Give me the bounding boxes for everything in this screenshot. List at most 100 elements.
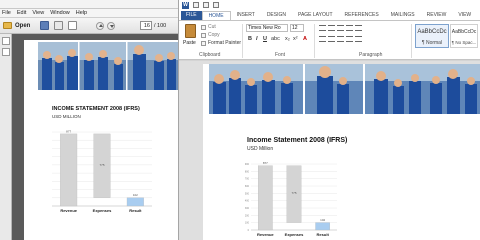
y-tick-label: 500 [245, 192, 250, 195]
pdf-document-area[interactable]: INCOME STATEMENT 2008 (IFRS) USD MILLION… [0, 34, 178, 240]
previous-page-icon[interactable] [96, 21, 105, 30]
font-group-label: Font [275, 52, 286, 58]
tab-references[interactable]: REFERENCES [339, 11, 385, 20]
superscript-icon[interactable]: x² [293, 36, 298, 42]
menu-window[interactable]: Window [50, 10, 70, 16]
page-total: / 100 [154, 22, 167, 29]
attachments-icon[interactable] [2, 48, 10, 56]
page-number-input[interactable]: 16 [140, 21, 152, 30]
justify-icon[interactable] [346, 36, 353, 42]
y-tick-label: 0 [248, 229, 250, 232]
brush-icon [201, 40, 206, 46]
print-icon[interactable] [54, 21, 64, 30]
menu-file[interactable]: File [2, 10, 11, 16]
tab-mailings[interactable]: MAILINGS [385, 11, 421, 20]
menu-view[interactable]: View [32, 10, 44, 16]
italic-icon[interactable]: I [256, 36, 258, 42]
paste-button-label[interactable]: Paste [183, 40, 196, 46]
copy-button[interactable]: Copy [201, 32, 220, 38]
bullets-icon[interactable] [319, 25, 326, 31]
data-label: 102 [133, 193, 138, 197]
pdf-viewer-window: File Edit View Window Help Open 16 / 100 [0, 0, 178, 240]
pdf-title-bar [0, 0, 178, 9]
y-tick-label: 800 [245, 170, 250, 173]
tab-review[interactable]: REVIEW [421, 11, 453, 20]
subscript-icon[interactable]: x₂ [285, 36, 290, 42]
decrease-indent-icon[interactable] [346, 25, 353, 31]
font-name-select[interactable]: Times New Ro [246, 24, 288, 32]
pdf-navigation-pane [0, 34, 12, 240]
ribbon-tabs: FILE HOME INSERT DESIGN PAGE LAYOUT REFE… [179, 10, 480, 20]
bar-result [315, 222, 330, 231]
line-spacing-icon[interactable] [355, 36, 362, 42]
tab-view[interactable]: VIEW [452, 11, 477, 20]
undo-icon[interactable] [203, 2, 209, 8]
ribbon-home: Paste Cut Copy Format Painter Clipboard … [179, 20, 480, 60]
font-color-icon[interactable]: A [303, 36, 307, 42]
multilevel-list-icon[interactable] [337, 25, 344, 31]
category-label: Revenue [60, 208, 77, 213]
team-photo [209, 64, 480, 114]
tab-insert[interactable]: INSERT [231, 11, 261, 20]
pages-panel-icon[interactable] [2, 37, 10, 45]
folder-open-icon [3, 22, 12, 29]
y-tick-label: 300 [245, 207, 250, 210]
next-page-icon[interactable] [107, 21, 116, 30]
save-icon[interactable] [40, 21, 50, 30]
open-button[interactable]: Open [3, 22, 30, 29]
category-label: Expenses [93, 208, 112, 213]
align-center-icon[interactable] [328, 36, 335, 42]
style-no-spacing[interactable]: AaBbCcDc ¶ No Spac... [450, 24, 478, 48]
style-name: ¶ Normal [421, 40, 443, 46]
tab-design[interactable]: DESIGN [261, 11, 292, 20]
word-document-area[interactable]: Income Statement 2008 (IFRS) USD Million… [179, 61, 480, 240]
email-icon[interactable] [68, 21, 78, 30]
menu-help[interactable]: Help [76, 10, 87, 16]
format-painter-button[interactable]: Format Painter [201, 40, 241, 46]
copy-icon [201, 32, 206, 38]
page-navigator: 16 / 100 [140, 21, 166, 30]
cut-button[interactable]: Cut [201, 24, 216, 30]
redo-icon[interactable] [213, 2, 219, 8]
tab-home[interactable]: HOME [201, 11, 231, 20]
list-controls [319, 25, 364, 31]
group-divider [314, 24, 315, 58]
pdf-toolbar: Open 16 / 100 [0, 18, 178, 34]
style-normal[interactable]: AaBbCcDc ¶ Normal [415, 24, 449, 48]
paragraph-group-label: Paragraph [359, 52, 383, 58]
menu-edit[interactable]: Edit [17, 10, 26, 16]
data-label: 775 [291, 191, 296, 195]
bold-icon[interactable]: B [248, 36, 252, 42]
align-left-icon[interactable] [319, 36, 326, 42]
open-label: Open [15, 22, 31, 29]
underline-icon[interactable]: U [263, 36, 267, 42]
cut-label: Cut [208, 24, 216, 30]
word-doc-title: Income Statement 2008 (IFRS) [247, 137, 348, 144]
pdf-doc-subtitle: USD MILLION [52, 114, 81, 119]
numbering-icon[interactable] [328, 25, 335, 31]
bar-result [126, 197, 144, 207]
y-tick-label: 100 [245, 222, 250, 225]
tab-file[interactable]: FILE [181, 11, 202, 20]
clipboard-group-label: Clipboard [199, 52, 221, 58]
data-label: 102 [320, 218, 325, 222]
word-doc-subtitle: USD Million [247, 146, 274, 152]
save-icon[interactable] [193, 2, 199, 8]
strikethrough-icon[interactable]: abc [271, 36, 280, 42]
y-tick-label: 200 [245, 214, 250, 217]
word-income-chart: 0 100 200 300 400 500 600 700 800 900 877 Revenue 77… [245, 161, 337, 237]
increase-indent-icon[interactable] [355, 25, 362, 31]
pdf-menu-bar: File Edit View Window Help [0, 9, 178, 18]
align-right-icon[interactable] [337, 36, 344, 42]
group-divider [242, 24, 243, 58]
group-divider [411, 24, 412, 58]
paste-icon[interactable] [185, 24, 196, 38]
category-label: Expenses [285, 232, 304, 237]
y-tick-label: 600 [245, 185, 250, 188]
team-photo [38, 42, 178, 90]
y-tick-label: 400 [245, 200, 250, 203]
font-size-select[interactable]: 12 [290, 24, 304, 32]
word-window: W FILE HOME INSERT DESIGN PAGE LAYOUT RE… [178, 0, 480, 240]
word-page: Income Statement 2008 (IFRS) USD Million… [203, 64, 480, 240]
tab-page-layout[interactable]: PAGE LAYOUT [292, 11, 339, 20]
